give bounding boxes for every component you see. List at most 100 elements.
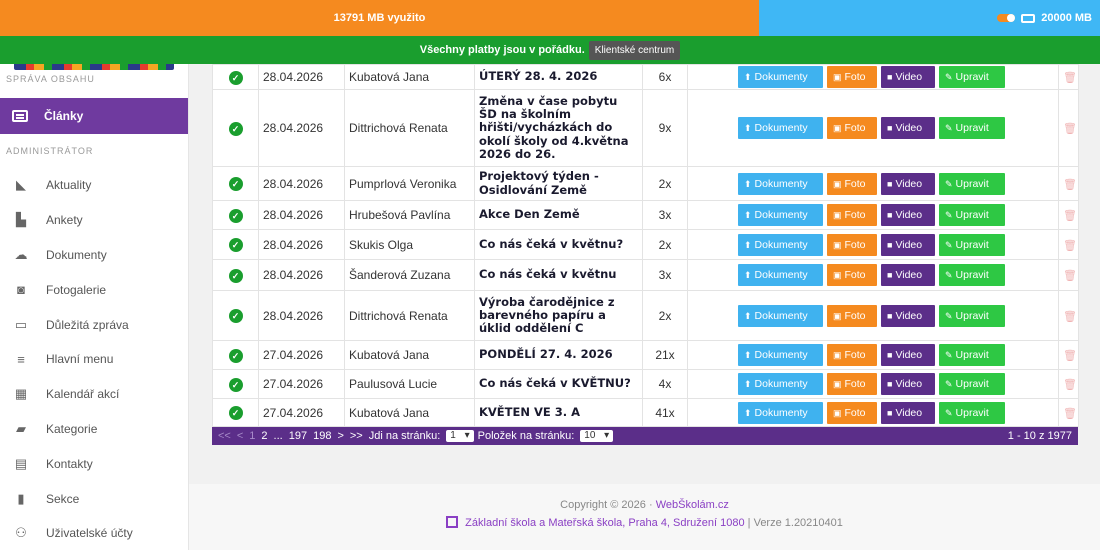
sidebar-item-7[interactable]: ▰ Kategorie xyxy=(0,412,188,447)
client-center-tooltip[interactable]: Klientské centrum xyxy=(588,40,681,60)
row-title[interactable]: Projektový týden - Osidlování Země xyxy=(474,166,643,201)
edit-button[interactable]: ✎ Upravit xyxy=(939,233,1005,256)
documents-button[interactable]: ⬆ Dokumenty xyxy=(738,66,823,88)
row-title[interactable]: KVĚTEN VE 3. A xyxy=(474,398,643,427)
row-title[interactable]: Co nás čeká v KVĚTNU? xyxy=(474,369,643,399)
trash-icon[interactable]: 🗑 xyxy=(1063,270,1077,282)
trash-icon[interactable]: 🗑 xyxy=(1063,379,1077,391)
edit-button[interactable]: ✎ Upravit xyxy=(939,204,1005,226)
sidebar-item-3[interactable]: ◙ Fotogalerie xyxy=(0,272,188,307)
video-button[interactable]: ■ Video xyxy=(881,344,935,366)
photo-button[interactable]: ▣ Foto xyxy=(827,66,877,88)
trash-icon[interactable]: 🗑 xyxy=(1063,210,1077,222)
documents-button[interactable]: ⬆ Dokumenty xyxy=(738,401,823,424)
page-last[interactable]: >> xyxy=(350,430,363,442)
video-button[interactable]: ■ Video xyxy=(881,264,935,286)
video-button[interactable]: ■ Video xyxy=(881,373,935,395)
trash-icon[interactable]: 🗑 xyxy=(1063,408,1077,420)
goto-page-select[interactable]: 1 ▾ xyxy=(446,430,474,442)
video-button[interactable]: ■ Video xyxy=(881,233,935,256)
edit-button[interactable]: ✎ Upravit xyxy=(939,344,1005,366)
edit-button[interactable]: ✎ Upravit xyxy=(939,373,1005,395)
row-title[interactable]: Výroba čarodějnice z barevného papíru a … xyxy=(474,290,643,341)
edit-button[interactable]: ✎ Upravit xyxy=(939,66,1005,88)
photo-button[interactable]: ▣ Foto xyxy=(827,373,877,395)
per-page-select[interactable]: 10 ▾ xyxy=(580,430,614,442)
sidebar-item-9[interactable]: ▮ Sekce xyxy=(0,481,188,516)
sidebar-item-4[interactable]: ▭ Důležitá zpráva xyxy=(0,307,188,342)
sidebar-item-6[interactable]: ▦ Kalendář akcí xyxy=(0,377,188,412)
published-check-icon[interactable]: ✓ xyxy=(228,377,243,392)
published-check-icon[interactable]: ✓ xyxy=(228,406,243,420)
page-prev[interactable]: < xyxy=(237,430,243,442)
video-button[interactable]: ■ Video xyxy=(881,172,935,195)
published-check-icon[interactable]: ✓ xyxy=(228,70,243,85)
sidebar-item-8[interactable]: ▤ Kontakty xyxy=(0,446,188,481)
edit-button[interactable]: ✎ Upravit xyxy=(939,304,1005,327)
trash-icon[interactable]: 🗑 xyxy=(1063,72,1077,84)
edit-button[interactable]: ✎ Upravit xyxy=(939,264,1005,286)
row-title[interactable]: Co nás čeká v květnu? xyxy=(474,229,643,260)
documents-button[interactable]: ⬆ Dokumenty xyxy=(738,117,823,139)
published-check-icon[interactable]: ✓ xyxy=(228,348,243,363)
edit-button[interactable]: ✎ Upravit xyxy=(939,401,1005,424)
trash-icon[interactable]: 🗑 xyxy=(1063,123,1077,135)
page-next[interactable]: > xyxy=(337,430,343,442)
video-button[interactable]: ■ Video xyxy=(881,401,935,424)
toggle-icon[interactable] xyxy=(997,14,1016,22)
sidebar-item-articles[interactable]: Články xyxy=(0,98,188,134)
page-1[interactable]: 1 xyxy=(249,430,255,442)
published-check-icon[interactable]: ✓ xyxy=(228,208,243,223)
row-title[interactable]: ÚTERÝ 28. 4. 2026 xyxy=(474,64,643,90)
trash-icon[interactable]: 🗑 xyxy=(1063,311,1077,323)
school-link[interactable]: Základní škola a Mateřská škola, Praha 4… xyxy=(465,517,744,529)
documents-button[interactable]: ⬆ Dokumenty xyxy=(738,344,823,366)
upload-icon: ⬆ xyxy=(744,407,752,418)
page-first[interactable]: << xyxy=(218,430,231,442)
photo-button[interactable]: ▣ Foto xyxy=(827,117,877,139)
photo-button[interactable]: ▣ Foto xyxy=(827,172,877,195)
sidebar-item-5[interactable]: ≡ Hlavní menu xyxy=(0,342,188,377)
trash-icon[interactable]: 🗑 xyxy=(1063,240,1077,252)
sidebar-item-2[interactable]: ☁ Dokumenty xyxy=(0,238,188,273)
documents-button[interactable]: ⬆ Dokumenty xyxy=(738,373,823,395)
photo-button[interactable]: ▣ Foto xyxy=(827,233,877,256)
hard-drive-icon xyxy=(1021,13,1036,23)
photo-button[interactable]: ▣ Foto xyxy=(827,401,877,424)
photo-button[interactable]: ▣ Foto xyxy=(827,344,877,366)
video-button[interactable]: ■ Video xyxy=(881,117,935,139)
video-button[interactable]: ■ Video xyxy=(881,204,935,226)
documents-button[interactable]: ⬆ Dokumenty xyxy=(738,204,823,226)
brand-link[interactable]: WebŠkolám.cz xyxy=(656,499,729,511)
trash-icon[interactable]: 🗑 xyxy=(1063,350,1077,362)
sidebar-item-1[interactable]: ▙ Ankety xyxy=(0,203,188,238)
published-check-icon[interactable]: ✓ xyxy=(228,121,243,136)
edit-button[interactable]: ✎ Upravit xyxy=(939,117,1005,139)
photo-button[interactable]: ▣ Foto xyxy=(827,204,877,226)
row-title[interactable]: Co nás čeká v květnu xyxy=(474,259,643,291)
documents-button-label: Dokumenty xyxy=(754,177,808,190)
documents-button[interactable]: ⬆ Dokumenty xyxy=(738,264,823,286)
page-197[interactable]: 197 xyxy=(289,430,307,442)
sidebar-item-10[interactable]: ⚇ Uživatelské účty xyxy=(0,516,188,550)
published-check-icon[interactable]: ✓ xyxy=(228,177,243,191)
documents-button[interactable]: ⬆ Dokumenty xyxy=(738,304,823,327)
sidebar-item-0[interactable]: ◣ Aktuality xyxy=(0,168,188,203)
edit-button-label: Upravit xyxy=(955,122,989,134)
photo-button[interactable]: ▣ Foto xyxy=(827,264,877,286)
published-check-icon[interactable]: ✓ xyxy=(228,268,243,283)
documents-button[interactable]: ⬆ Dokumenty xyxy=(738,172,823,195)
published-check-icon[interactable]: ✓ xyxy=(228,238,243,252)
trash-icon[interactable]: 🗑 xyxy=(1063,179,1077,191)
page-198[interactable]: 198 xyxy=(313,430,331,442)
edit-button[interactable]: ✎ Upravit xyxy=(939,172,1005,195)
photo-button[interactable]: ▣ Foto xyxy=(827,304,877,327)
video-button[interactable]: ■ Video xyxy=(881,304,935,327)
page-2[interactable]: 2 xyxy=(261,430,267,442)
documents-button[interactable]: ⬆ Dokumenty xyxy=(738,233,823,256)
row-title[interactable]: Změna v čase pobytu ŠD na školním hřišti… xyxy=(474,89,643,167)
row-title[interactable]: Akce Den Země xyxy=(474,200,643,230)
video-button[interactable]: ■ Video xyxy=(881,66,935,88)
published-check-icon[interactable]: ✓ xyxy=(228,309,243,323)
row-title[interactable]: PONDĚLÍ 27. 4. 2026 xyxy=(474,340,643,370)
